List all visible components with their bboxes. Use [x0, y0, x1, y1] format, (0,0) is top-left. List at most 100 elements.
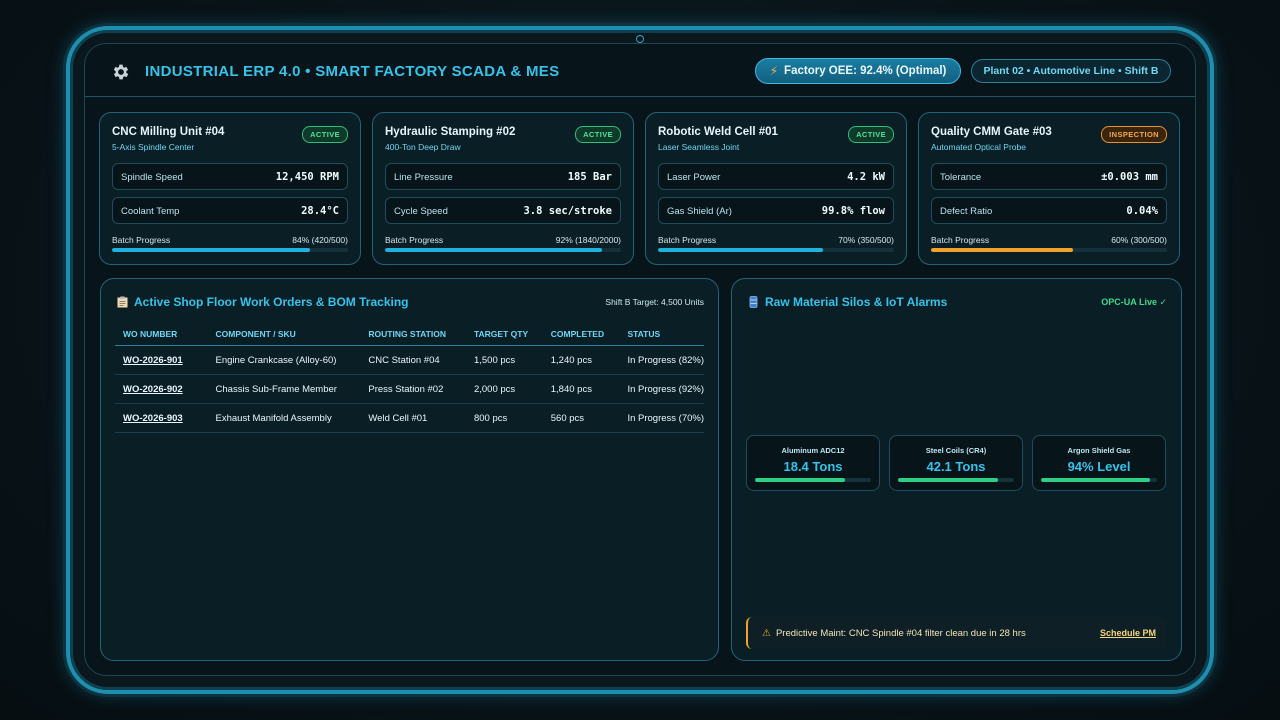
metric-row: Defect Ratio 0.04% — [931, 197, 1167, 224]
progress-label: Batch Progress — [658, 235, 717, 245]
metric-label: Spindle Speed — [121, 172, 183, 183]
status-badge: ACTIVE — [575, 126, 621, 143]
work-orders-title: Active Shop Floor Work Orders & BOM Trac… — [134, 295, 409, 309]
target-qty-cell: 2,000 pcs — [465, 374, 543, 404]
bolt-icon: ⚡ — [769, 64, 779, 78]
component-cell: Exhaust Manifold Assembly — [207, 403, 361, 433]
silo-level-fill — [755, 478, 846, 482]
status-badge: ACTIVE — [848, 126, 894, 143]
column-header[interactable]: ROUTING STATION — [360, 323, 466, 346]
silo-name: Steel Coils (CR4) — [925, 446, 987, 455]
app-screen: INDUSTRIAL ERP 4.0 • SMART FACTORY SCADA… — [84, 43, 1196, 676]
silo-card[interactable]: Aluminum ADC12 18.4 Tons — [746, 435, 880, 491]
machine-subtitle: Automated Optical Probe — [931, 142, 1026, 152]
panel-title: Active Shop Floor Work Orders & BOM Trac… — [117, 295, 409, 309]
metric-label: Coolant Temp — [121, 206, 180, 217]
maintenance-alarm: ⚠ Predictive Maint: CNC Spindle #04 filt… — [746, 617, 1166, 649]
column-header[interactable]: TARGET QTY — [465, 323, 543, 346]
progress-value: 92% (1840/2000) — [555, 235, 621, 245]
component-cell: Chassis Sub-Frame Member — [207, 374, 361, 404]
column-header[interactable]: WO NUMBER — [115, 323, 208, 346]
oee-status-pill[interactable]: ⚡ Factory OEE: 92.4% (Optimal) — [755, 58, 961, 84]
metric-value: ±0.003 mm — [1101, 171, 1158, 183]
station-cell: CNC Station #04 — [360, 345, 466, 375]
metric-row: Spindle Speed 12,450 RPM — [112, 163, 348, 190]
progress-value: 84% (420/500) — [292, 235, 348, 245]
progress-bar — [931, 248, 1167, 252]
machine-name: Robotic Weld Cell #01 — [658, 126, 778, 138]
machine-card-cnc[interactable]: CNC Milling Unit #04 5-Axis Spindle Cent… — [99, 112, 361, 265]
machine-subtitle: Laser Seamless Joint — [658, 142, 740, 152]
gear-icon[interactable] — [111, 62, 131, 82]
column-header[interactable]: COMPLETED — [542, 323, 620, 346]
metric-row: Cycle Speed 3.8 sec/stroke — [385, 197, 621, 224]
machine-card-weld[interactable]: Robotic Weld Cell #01 Laser Seamless Joi… — [645, 112, 907, 265]
shift-target: Shift B Target: 4,500 Units — [605, 297, 704, 307]
metric-label: Line Pressure — [394, 172, 453, 183]
silo-card[interactable]: Argon Shield Gas 94% Level — [1032, 435, 1166, 491]
work-orders-panel: Active Shop Floor Work Orders & BOM Trac… — [100, 278, 719, 661]
metric-row: Laser Power 4.2 kW — [658, 163, 894, 190]
table-row[interactable]: WO-2026-902 Chassis Sub-Frame Member Pre… — [115, 374, 704, 404]
alarm-text: Predictive Maint: CNC Spindle #04 filter… — [775, 628, 1026, 639]
machine-name: Quality CMM Gate #03 — [931, 126, 1052, 138]
progress-fill — [112, 248, 311, 252]
machine-card-stamping[interactable]: Hydraulic Stamping #02 400-Ton Deep Draw… — [372, 112, 634, 265]
plant-selector-pill[interactable]: Plant 02 • Automotive Line • Shift B — [971, 59, 1171, 83]
table-header-row: WO NUMBER COMPONENT / SKU ROUTING STATIO… — [115, 323, 704, 346]
metric-value: 99.8% flow — [821, 205, 885, 217]
metric-value: 0.04% — [1126, 205, 1158, 217]
status-cell: In Progress (82%) — [619, 345, 704, 375]
wo-number-link[interactable]: WO-2026-903 — [115, 403, 208, 433]
silo-level-fill — [898, 478, 998, 482]
completed-cell: 1,840 pcs — [542, 374, 620, 404]
component-cell: Engine Crankcase (Alloy-60) — [207, 345, 361, 375]
status-cell: In Progress (70%) — [619, 403, 704, 433]
silos-panel: Raw Material Silos & IoT Alarms OPC-UA L… — [731, 278, 1182, 661]
progress-value: 70% (350/500) — [838, 235, 894, 245]
metric-row: Gas Shield (Ar) 99.8% flow — [658, 197, 894, 224]
warning-icon: ⚠ — [762, 628, 771, 639]
station-cell: Weld Cell #01 — [360, 403, 466, 433]
progress-fill — [658, 248, 824, 252]
metric-value: 3.8 sec/stroke — [523, 205, 612, 217]
work-orders-table: WO NUMBER COMPONENT / SKU ROUTING STATIO… — [115, 323, 704, 433]
silos-title: Raw Material Silos & IoT Alarms — [765, 295, 948, 309]
completed-cell: 560 pcs — [542, 403, 620, 433]
silo-card[interactable]: Steel Coils (CR4) 42.1 Tons — [889, 435, 1023, 491]
column-header[interactable]: STATUS — [619, 323, 704, 346]
silo-level-bar — [1041, 478, 1157, 482]
progress-fill — [931, 248, 1073, 252]
column-header[interactable]: COMPONENT / SKU — [207, 323, 361, 346]
metric-row: Line Pressure 185 Bar — [385, 163, 621, 190]
silo-value: 42.1 Tons — [926, 459, 986, 474]
silo-level-fill — [1041, 478, 1151, 482]
table-row[interactable]: WO-2026-901 Engine Crankcase (Alloy-60) … — [115, 345, 704, 375]
metric-label: Cycle Speed — [394, 206, 448, 217]
metric-value: 12,450 RPM — [275, 171, 339, 183]
machine-card-cmm[interactable]: Quality CMM Gate #03 Automated Optical P… — [918, 112, 1180, 265]
database-icon — [749, 296, 758, 308]
target-qty-cell: 800 pcs — [465, 403, 543, 433]
progress-label: Batch Progress — [112, 235, 171, 245]
metric-label: Defect Ratio — [940, 206, 993, 217]
app-title: INDUSTRIAL ERP 4.0 • SMART FACTORY SCADA… — [145, 63, 560, 80]
table-row[interactable]: WO-2026-903 Exhaust Manifold Assembly We… — [115, 403, 704, 433]
progress-bar — [658, 248, 894, 252]
schedule-pm-link[interactable]: Schedule PM — [1100, 628, 1156, 638]
progress-bar — [385, 248, 621, 252]
alarm-message: ⚠ Predictive Maint: CNC Spindle #04 filt… — [762, 628, 1026, 639]
opc-status: OPC-UA Live ✓ — [1101, 297, 1167, 307]
silo-name: Aluminum ADC12 — [781, 446, 845, 455]
wo-number-link[interactable]: WO-2026-901 — [115, 345, 208, 375]
silo-level-bar — [755, 478, 871, 482]
progress-value: 60% (300/500) — [1111, 235, 1167, 245]
metric-value: 185 Bar — [567, 171, 612, 183]
metric-label: Laser Power — [667, 172, 721, 183]
metric-label: Tolerance — [940, 172, 982, 183]
status-badge: ACTIVE — [302, 126, 348, 143]
machine-name: Hydraulic Stamping #02 — [385, 126, 516, 138]
silo-value: 18.4 Tons — [783, 459, 843, 474]
wo-number-link[interactable]: WO-2026-902 — [115, 374, 208, 404]
machine-subtitle: 400-Ton Deep Draw — [385, 142, 461, 152]
